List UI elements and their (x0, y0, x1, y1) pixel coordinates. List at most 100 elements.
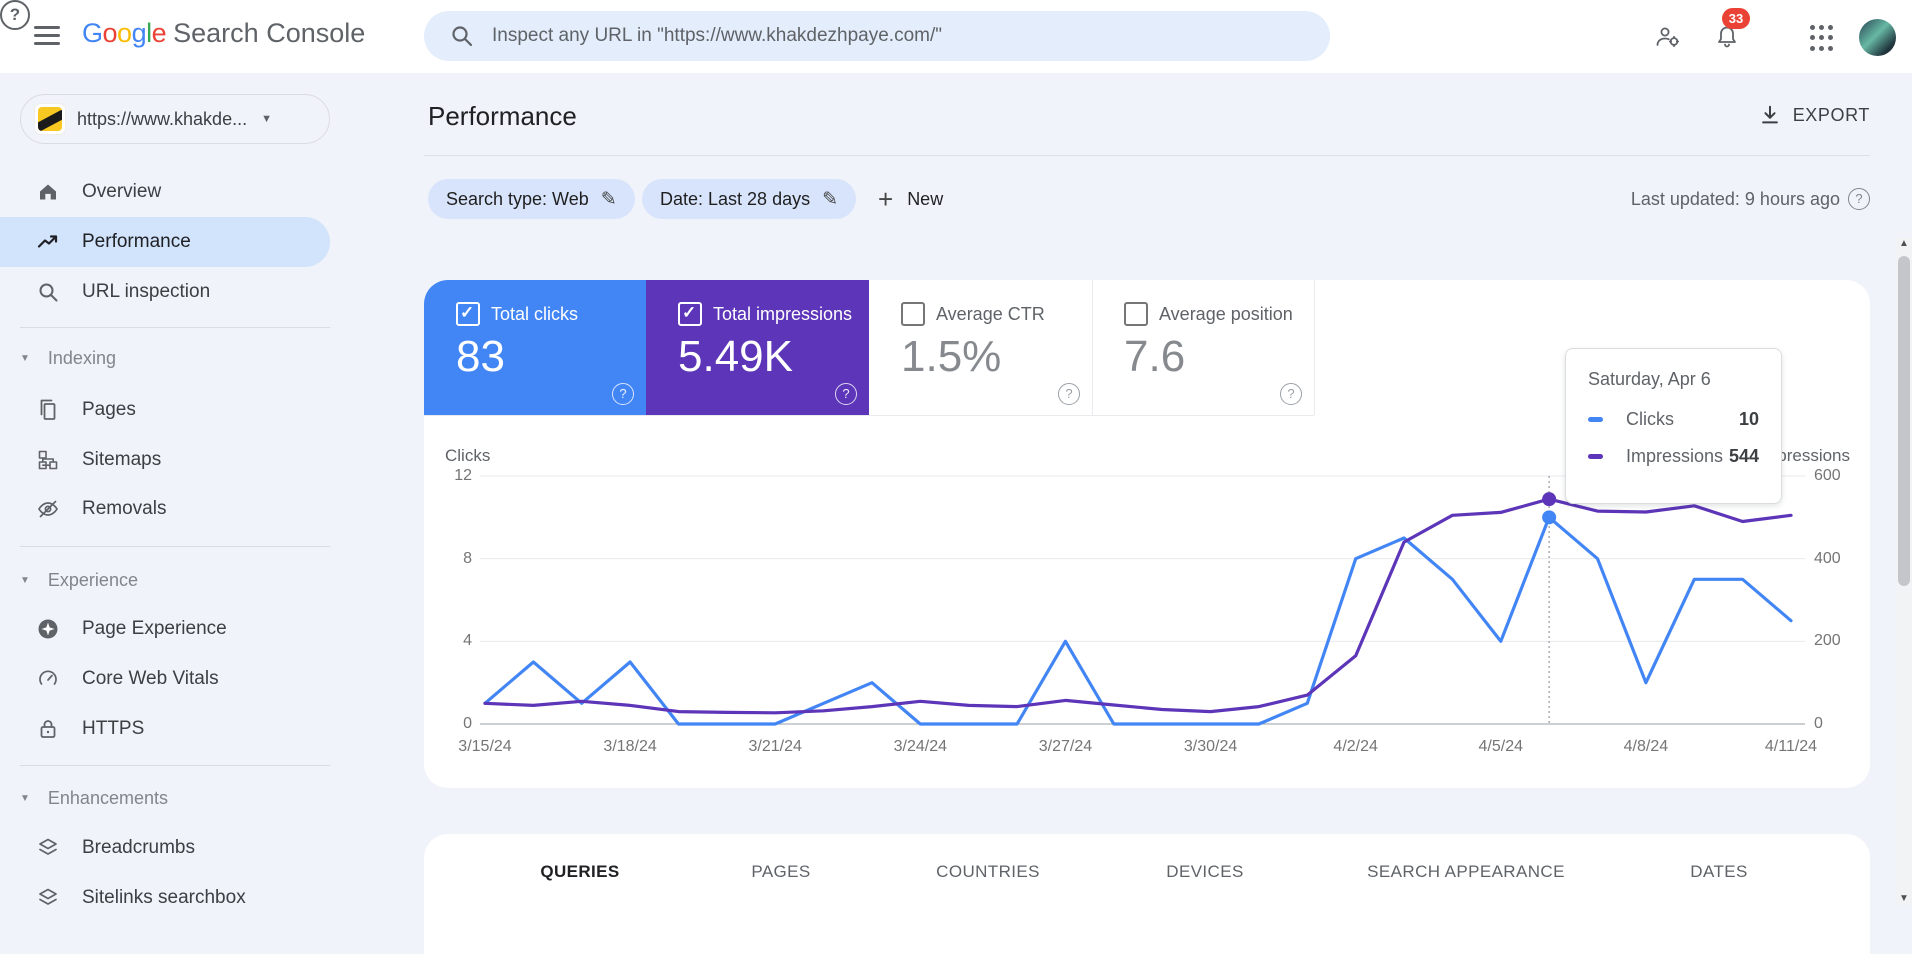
tab-devices[interactable]: DEVICES (1166, 862, 1243, 882)
help-circle-icon[interactable]: ? (1280, 383, 1302, 405)
plus-icon: + (878, 184, 893, 215)
gauge-icon (36, 667, 60, 691)
sparkle-circle-icon (36, 617, 60, 641)
section-enhancements[interactable]: ▼ Enhancements (20, 783, 320, 813)
y-axis-tick: 0 (432, 715, 472, 733)
sidebar-item-performance[interactable]: Performance (0, 217, 330, 267)
series-impressions (485, 499, 1791, 713)
x-axis-tick: 4/8/24 (1624, 738, 1668, 756)
metric-card-average-ctr[interactable]: Average CTR 1.5% ? (869, 280, 1093, 415)
eye-off-icon (36, 497, 60, 521)
trending-up-icon (36, 230, 60, 254)
chart-tooltip: Saturday, Apr 6 Clicks 10 Impressions 54… (1565, 348, 1782, 504)
pages-copy-icon (36, 398, 60, 422)
url-inspect-searchbar[interactable] (424, 11, 1330, 61)
sidebar-item-url-inspection[interactable]: URL inspection (0, 267, 330, 317)
export-button[interactable]: EXPORT (1759, 104, 1870, 126)
tooltip-row-impressions: Impressions 544 (1588, 446, 1759, 467)
search-input[interactable] (490, 24, 1294, 48)
layers-icon (36, 836, 60, 860)
edit-pencil-icon[interactable]: ✎ (822, 188, 838, 211)
clicks-point-marker (1542, 510, 1556, 524)
checkbox-checked[interactable] (678, 302, 702, 326)
new-filter-button[interactable]: + New (878, 179, 943, 219)
y-axis-tick: 400 (1814, 550, 1854, 568)
sidebar-item-https[interactable]: HTTPS (0, 704, 330, 754)
sidebar-item-sitelinks-searchbox[interactable]: Sitelinks searchbox (0, 873, 330, 923)
filter-chip-search-type[interactable]: Search type: Web ✎ (428, 179, 635, 219)
x-axis-tick: 3/15/24 (458, 738, 511, 756)
tab-search-appearance[interactable]: SEARCH APPEARANCE (1367, 862, 1565, 882)
sidebar-item-breadcrumbs[interactable]: Breadcrumbs (0, 823, 330, 873)
sidebar-item-core-web-vitals[interactable]: Core Web Vitals (0, 654, 330, 704)
help-circle-icon[interactable]: ? (1848, 188, 1870, 210)
metric-card-average-position[interactable]: Average position 7.6 ? (1092, 280, 1315, 415)
metric-value: 1.5% (901, 332, 1001, 382)
help-circle-icon[interactable]: ? (1058, 383, 1080, 405)
tooltip-row-clicks: Clicks 10 (1588, 409, 1759, 430)
x-axis-tick: 3/24/24 (894, 738, 947, 756)
chevron-down-icon: ▼ (261, 113, 272, 125)
edit-pencil-icon[interactable]: ✎ (601, 188, 617, 211)
checkbox-checked[interactable] (456, 302, 480, 326)
tab-pages[interactable]: PAGES (751, 862, 810, 882)
section-experience[interactable]: ▼ Experience (20, 565, 320, 595)
scrollbar-thumb[interactable] (1898, 256, 1910, 586)
y-axis-tick: 8 (432, 550, 472, 568)
x-axis-tick: 3/30/24 (1184, 738, 1237, 756)
notification-count-badge: 33 (1722, 8, 1750, 29)
y-axis-tick: 200 (1814, 632, 1854, 650)
sitemap-icon (36, 448, 60, 472)
search-icon (36, 280, 60, 304)
app-logo[interactable]: GoogleSearch Console (82, 18, 365, 49)
x-axis-tick: 3/21/24 (749, 738, 802, 756)
manage-accounts-icon[interactable] (1654, 23, 1682, 51)
help-icon[interactable]: ? (0, 0, 30, 30)
y-axis-tick: 12 (432, 467, 472, 485)
impressions-legend-dash (1588, 454, 1603, 459)
download-icon (1759, 104, 1781, 126)
dimensions-panel: QUERIES PAGES COUNTRIES DEVICES SEARCH A… (424, 834, 1870, 954)
x-axis-tick: 3/27/24 (1039, 738, 1092, 756)
sidebar: https://www.khakde... ▼ Overview Perform… (0, 73, 330, 905)
page-title: Performance (428, 101, 577, 132)
x-axis-tick: 4/11/24 (1765, 738, 1817, 756)
tab-dates[interactable]: DATES (1690, 862, 1747, 882)
section-indexing[interactable]: ▼ Indexing (20, 343, 320, 373)
sidebar-item-overview[interactable]: Overview (0, 167, 330, 217)
collapse-triangle-icon: ▼ (20, 793, 30, 804)
sidebar-item-removals[interactable]: Removals (0, 484, 330, 534)
collapse-triangle-icon: ▼ (20, 353, 30, 364)
vertical-scrollbar[interactable]: ▲ ▼ (1896, 238, 1912, 905)
help-circle-icon[interactable]: ? (835, 383, 857, 405)
lock-icon (36, 717, 60, 741)
divider (20, 327, 330, 328)
divider (424, 415, 1314, 416)
metric-card-total-impressions[interactable]: Total impressions 5.49K ? (646, 280, 869, 415)
impressions-point-marker (1542, 492, 1556, 506)
tab-queries[interactable]: QUERIES (540, 862, 619, 882)
filter-chip-date[interactable]: Date: Last 28 days ✎ (642, 179, 856, 219)
divider (20, 765, 330, 766)
google-logo-text: Google (82, 18, 166, 48)
property-selector[interactable]: https://www.khakde... ▼ (20, 94, 330, 144)
hamburger-menu-icon[interactable] (34, 26, 60, 46)
home-icon (36, 180, 60, 204)
checkbox-unchecked[interactable] (901, 302, 925, 326)
checkbox-unchecked[interactable] (1124, 302, 1148, 326)
sidebar-item-sitemaps[interactable]: Sitemaps (0, 435, 330, 485)
sidebar-item-page-experience[interactable]: Page Experience (0, 604, 330, 654)
metric-card-total-clicks[interactable]: Total clicks 83 ? (424, 280, 646, 415)
clicks-legend-dash (1588, 417, 1603, 422)
top-app-bar: GoogleSearch Console ? 33 (0, 0, 1912, 73)
tab-countries[interactable]: COUNTRIES (936, 862, 1040, 882)
avatar[interactable] (1859, 19, 1896, 56)
sidebar-item-pages[interactable]: Pages (0, 385, 330, 435)
search-icon (450, 24, 474, 48)
app-title: Search Console (173, 18, 365, 48)
performance-panel: Total clicks 83 ? Total impressions 5.49… (424, 280, 1870, 788)
metric-value: 7.6 (1124, 332, 1185, 382)
scroll-up-arrow[interactable]: ▲ (1896, 236, 1912, 252)
apps-grid-icon[interactable] (1810, 25, 1838, 53)
help-circle-icon[interactable]: ? (612, 383, 634, 405)
